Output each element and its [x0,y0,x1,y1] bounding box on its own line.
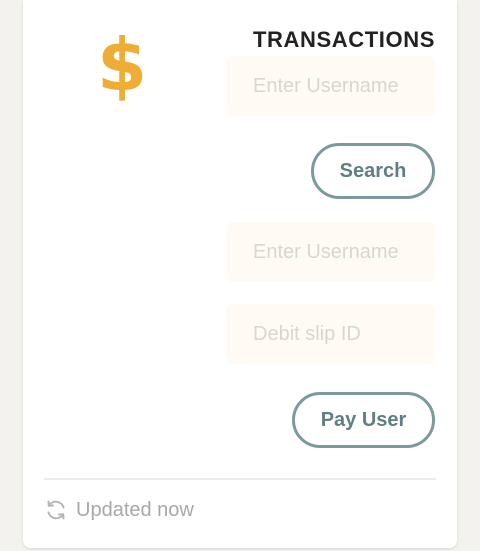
update-status-text: Updated now [76,498,194,521]
footer-divider [44,478,436,480]
card-title: TRANSACTIONS [253,27,435,52]
refresh-icon [44,498,68,522]
transactions-card: $ TRANSACTIONS Search Pay User Updated n… [23,0,457,548]
debit-slip-input[interactable] [226,304,435,364]
dollar-icon: $ [97,23,148,107]
pay-username-input[interactable] [226,222,435,282]
pay-user-button[interactable]: Pay User [292,392,435,448]
search-username-input[interactable] [226,56,435,116]
card-footer: Updated now [44,494,194,526]
search-button[interactable]: Search [311,143,435,199]
